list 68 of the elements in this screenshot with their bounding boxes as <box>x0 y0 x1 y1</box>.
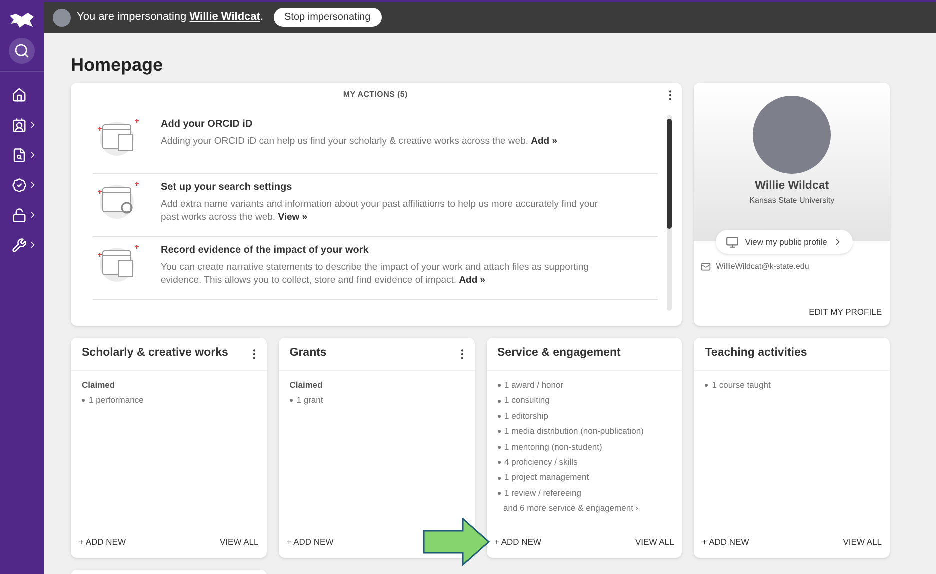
avatar-placeholder <box>53 8 71 26</box>
action-description: You can create narrative statements to describe the impact of your work and attach files as supporting evidence. This allows you to collect, store and find evidence of impact. Add » <box>161 261 590 287</box>
mail-icon <box>701 262 712 272</box>
bullet-icon <box>498 430 500 434</box>
public-profile-button[interactable]: View my public profile <box>716 230 854 254</box>
bullet-icon <box>498 461 500 464</box>
card-title: Teaching activities <box>705 346 808 362</box>
bullet-icon <box>498 384 500 388</box>
add-new-link[interactable]: + ADD NEW <box>286 536 334 549</box>
search-icon <box>14 43 30 59</box>
user-link[interactable]: Willie Wildcat <box>190 11 260 24</box>
impersonation-text: You are impersonating Willie Wildcat. <box>77 10 264 26</box>
action-link[interactable]: Add » <box>459 275 486 286</box>
wildcat-logo-icon <box>8 12 36 30</box>
wrench-icon <box>12 238 27 252</box>
check-badge-icon <box>12 178 27 192</box>
card-title: Service & engagement <box>498 346 621 362</box>
bullet-icon <box>290 398 293 402</box>
add-new-link[interactable]: + ADD NEW <box>702 536 750 549</box>
section-heading: Claimed <box>290 379 324 392</box>
add-new-link[interactable]: + ADD NEW <box>494 536 542 549</box>
view-all-link[interactable]: VIEW ALL <box>843 536 882 549</box>
arrow-annotation-icon <box>423 518 491 566</box>
home-icon <box>12 88 27 102</box>
monitor-icon <box>726 236 740 248</box>
summary-item[interactable]: 1 mentoring (non-student) <box>504 440 602 454</box>
bullet-icon <box>498 446 500 449</box>
summary-item[interactable]: 1 consulting <box>504 394 550 408</box>
bullet-icon <box>498 400 500 403</box>
action-description: Add extra name variants and information about your past affiliations to help us more accurately find your past works across the web. View » <box>161 198 600 224</box>
more-link[interactable]: and 6 more service & engagement › <box>498 502 682 516</box>
summary-item[interactable]: 1 performance <box>89 394 144 408</box>
bullet-icon <box>82 398 85 402</box>
card-title: Grants <box>290 346 327 362</box>
card-title: Scholarly & creative works <box>82 346 228 362</box>
bullet-icon <box>498 492 500 496</box>
profile-organization: Kansas State University <box>750 195 835 208</box>
add-new-link[interactable]: + ADD NEW <box>79 536 126 549</box>
action-title: Record evidence of the impact of your work <box>161 244 370 258</box>
page-title: Homepage <box>71 54 164 77</box>
stop-impersonating-button[interactable]: Stop impersonating <box>274 8 382 27</box>
profile-icon <box>12 118 27 132</box>
action-link[interactable]: View » <box>278 212 308 223</box>
bullet-icon <box>498 476 500 480</box>
search-button[interactable] <box>9 38 35 64</box>
action-link[interactable]: Add » <box>531 136 558 147</box>
summary-item[interactable]: 1 review / refereeing <box>504 486 582 500</box>
section-heading: Claimed <box>82 379 116 392</box>
view-all-link[interactable]: VIEW ALL <box>636 536 674 549</box>
bullet-icon <box>705 384 708 388</box>
actions-title: MY ACTIONS (5) <box>342 89 409 101</box>
profile-name: Willie Wildcat <box>755 179 830 194</box>
view-all-link[interactable]: VIEW ALL <box>220 536 259 549</box>
summary-item[interactable]: 1 editorship <box>504 410 548 424</box>
open-lock-icon <box>12 208 27 222</box>
action-description: Adding your ORCID iD can help us find your scholarly & creative works across the web. Add » <box>161 135 559 148</box>
summary-item[interactable]: 1 project management <box>504 471 590 485</box>
document-search-icon <box>12 148 27 162</box>
summary-item[interactable]: 1 grant <box>296 394 324 408</box>
profile-email: WillieWildcat@k-state.edu <box>716 261 810 273</box>
action-title: Add your ORCID iD <box>161 118 254 132</box>
edit-profile-link[interactable]: EDIT MY PROFILE <box>809 306 882 319</box>
summary-item[interactable]: 1 course taught <box>712 379 771 392</box>
summary-item[interactable]: 1 award / honor <box>504 379 564 392</box>
bullet-icon <box>498 415 500 418</box>
summary-item[interactable]: 4 proficiency / skills <box>504 456 578 470</box>
action-title: Set up your search settings <box>161 181 294 195</box>
summary-item[interactable]: 1 media distribution (non-publication) <box>504 425 644 439</box>
